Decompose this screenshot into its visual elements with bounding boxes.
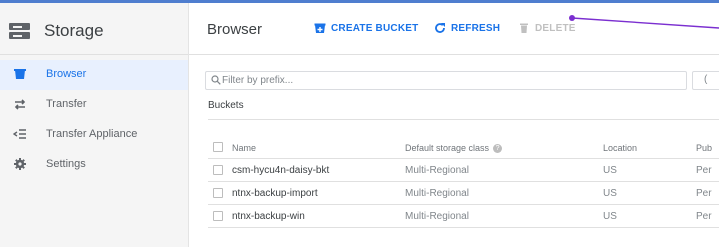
column-header-location[interactable]: Location [603, 143, 673, 153]
page-title: Browser [207, 21, 263, 38]
trash-icon [520, 23, 528, 33]
sidebar-item-label: Transfer Appliance [46, 128, 138, 140]
list-arrow-icon [13, 129, 26, 139]
select-all-checkbox[interactable] [213, 142, 223, 152]
sidebar-header: Storage [0, 3, 189, 54]
public-access-cell: Per [696, 188, 712, 199]
public-access-cell: Per [696, 211, 712, 222]
storage-class-cell: Multi-Regional [405, 211, 469, 222]
column-header-name[interactable]: Name [232, 143, 392, 153]
table-row[interactable]: csm-hycu4n-daisy-bkt Multi-Regional US P… [208, 159, 719, 182]
delete-button[interactable]: DELETE [518, 22, 578, 36]
table-header: Name Default storage class? Location Pub [208, 136, 719, 159]
storage-icon [9, 23, 30, 40]
sidebar-item-browser[interactable]: Browser [0, 60, 188, 90]
column-header-storage-class[interactable]: Default storage class? [405, 143, 595, 154]
sidebar-title: Storage [44, 21, 104, 40]
storage-class-cell: Multi-Regional [405, 188, 469, 199]
bucket-name-link[interactable]: ntnx-backup-import [232, 188, 392, 199]
sidebar-item-settings[interactable]: Settings [0, 150, 188, 180]
create-bucket-button[interactable]: CREATE BUCKET [314, 22, 419, 36]
bucket-name-link[interactable]: csm-hycu4n-daisy-bkt [232, 165, 392, 176]
bucket-name-link[interactable]: ntnx-backup-win [232, 211, 392, 222]
public-access-cell: Per [696, 165, 712, 176]
search-icon [211, 75, 221, 85]
location-cell: US [603, 165, 617, 176]
delete-label: DELETE [535, 23, 576, 34]
table-row[interactable]: ntnx-backup-import Multi-Regional US Per [208, 182, 719, 205]
create-bucket-label: CREATE BUCKET [331, 23, 419, 34]
sidebar: Storage Browser Transfer Transfer Applia… [0, 3, 189, 247]
sidebar-item-transfer[interactable]: Transfer [0, 90, 188, 120]
section-divider [208, 119, 719, 120]
refresh-button[interactable]: REFRESH [434, 22, 501, 36]
bucket-icon [14, 69, 26, 79]
refresh-icon [435, 23, 445, 33]
gear-icon [14, 158, 26, 170]
row-checkbox[interactable] [213, 188, 223, 198]
sidebar-item-label: Browser [46, 68, 87, 80]
filter-prefix-input[interactable] [222, 73, 662, 88]
location-cell: US [603, 188, 617, 199]
row-checkbox[interactable] [213, 165, 223, 175]
sidebar-item-label: Transfer [46, 98, 87, 110]
column-header-public-access[interactable]: Pub [696, 143, 719, 153]
storage-class-cell: Multi-Regional [405, 165, 469, 176]
row-checkbox[interactable] [213, 211, 223, 221]
toolbar: Browser CREATE BUCKET REFRESH DELETE [189, 3, 719, 55]
swap-arrows-icon [14, 99, 26, 110]
add-bucket-icon [314, 23, 326, 33]
column-header-storage-class-label: Default storage class [405, 143, 490, 153]
location-cell: US [603, 211, 617, 222]
filter-options-glyph: ( [704, 74, 708, 85]
sidebar-item-transfer-appliance[interactable]: Transfer Appliance [0, 120, 188, 150]
filter-options-button[interactable]: ( [692, 71, 719, 90]
section-label-buckets: Buckets [208, 100, 244, 111]
help-icon[interactable]: ? [493, 144, 503, 154]
table-row[interactable]: ntnx-backup-win Multi-Regional US Per [208, 205, 719, 228]
refresh-label: REFRESH [451, 23, 501, 34]
sidebar-divider [0, 54, 188, 55]
filter-box [205, 71, 687, 90]
main-content: Browser CREATE BUCKET REFRESH DELETE Fil… [189, 3, 719, 247]
sidebar-item-label: Settings [46, 158, 86, 170]
